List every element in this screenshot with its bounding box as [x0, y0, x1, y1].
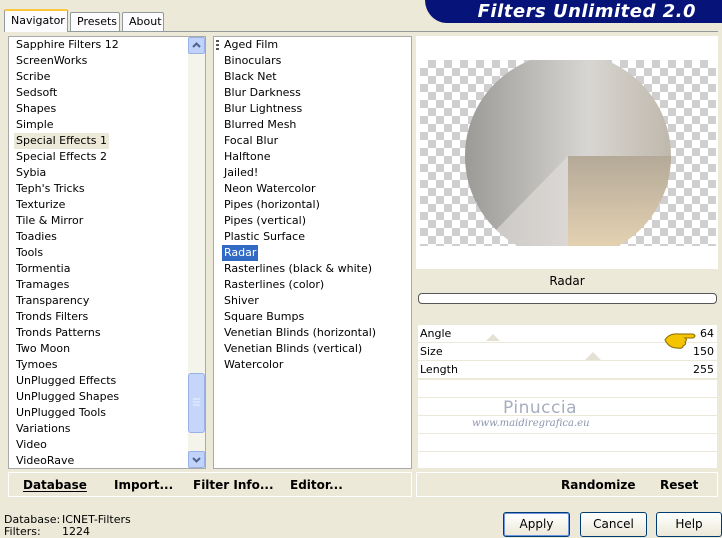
category-item[interactable]: Simple: [14, 117, 56, 133]
slider-marker-angle[interactable]: [486, 334, 500, 341]
param-label: Length: [420, 363, 458, 376]
category-item[interactable]: Variations: [14, 421, 73, 437]
filter-item[interactable]: Blurred Mesh: [222, 117, 298, 133]
filter-item[interactable]: Halftone: [222, 149, 273, 165]
filter-item[interactable]: Blur Darkness: [222, 85, 303, 101]
category-item[interactable]: UnPlugged Shapes: [14, 389, 121, 405]
randomize-button[interactable]: Randomize: [561, 478, 635, 492]
status-filters-label: Filters:: [4, 525, 41, 538]
filter-item[interactable]: Venetian Blinds (vertical): [222, 341, 364, 357]
preview-image: [420, 60, 716, 246]
database-button[interactable]: Database: [23, 478, 87, 492]
category-item[interactable]: Video: [14, 437, 49, 453]
filter-item[interactable]: Square Bumps: [222, 309, 306, 325]
chevron-down-icon: [192, 457, 201, 463]
category-item[interactable]: VideoRave: [14, 453, 76, 469]
scroll-up-button[interactable]: [188, 37, 205, 54]
category-item[interactable]: Transparency: [14, 293, 91, 309]
chevron-up-icon: [192, 42, 201, 48]
filter-item[interactable]: Shiver: [222, 293, 261, 309]
param-label: Angle: [420, 327, 452, 340]
app-title: Filters Unlimited 2.0: [477, 1, 696, 22]
scroll-thumb[interactable]: [188, 373, 205, 433]
filter-item[interactable]: Black Net: [222, 69, 279, 85]
filter-item[interactable]: Neon Watercolor: [222, 181, 318, 197]
filter-item[interactable]: Rasterlines (black & white): [222, 261, 374, 277]
category-item[interactable]: Sybia: [14, 165, 48, 181]
category-item[interactable]: Two Moon: [14, 341, 72, 357]
category-item[interactable]: UnPlugged Tools: [14, 405, 108, 421]
category-item[interactable]: Tools: [14, 245, 45, 261]
progress-bar: [418, 293, 717, 304]
category-item[interactable]: UnPlugged Effects: [14, 373, 118, 389]
category-item[interactable]: Special Effects 1: [14, 133, 110, 149]
status-filters-value: 1224: [62, 525, 90, 538]
filter-item[interactable]: Venetian Blinds (horizontal): [222, 325, 378, 341]
filter-item[interactable]: Jailed!: [222, 165, 260, 181]
apply-button[interactable]: Apply: [503, 512, 570, 537]
import-button[interactable]: Import...: [114, 478, 173, 492]
help-button[interactable]: Help: [656, 512, 722, 537]
category-item[interactable]: Toadies: [14, 229, 59, 245]
tab-divider: [4, 31, 718, 32]
category-item[interactable]: ScreenWorks: [14, 53, 89, 69]
category-item[interactable]: Sapphire Filters 12: [14, 37, 121, 53]
editor-button[interactable]: Editor...: [290, 478, 343, 492]
category-item[interactable]: Shapes: [14, 101, 58, 117]
filter-item[interactable]: Plastic Surface: [222, 229, 307, 245]
filter-item[interactable]: Focal Blur: [222, 133, 280, 149]
category-item[interactable]: Teph's Tricks: [14, 181, 87, 197]
radar-preview-graphic: [465, 60, 671, 246]
param-label: Size: [420, 345, 443, 358]
tab-navigator[interactable]: Navigator: [4, 9, 68, 32]
reset-button[interactable]: Reset: [660, 478, 698, 492]
title-banner: Filters Unlimited 2.0: [425, 0, 722, 23]
filter-item[interactable]: Binoculars: [222, 53, 283, 69]
filter-item[interactable]: Watercolor: [222, 357, 285, 373]
preview-filter-caption: Radar: [549, 274, 585, 288]
watermark-site: www.maidiregrafica.eu: [472, 418, 590, 429]
cancel-button[interactable]: Cancel: [580, 512, 647, 537]
category-item[interactable]: Special Effects 2: [14, 149, 109, 165]
category-item[interactable]: Sedsoft: [14, 85, 59, 101]
pointing-hand-icon: [664, 333, 696, 349]
filter-item[interactable]: Pipes (vertical): [222, 213, 308, 229]
filter-item[interactable]: Radar: [222, 245, 259, 261]
category-item[interactable]: Texturize: [14, 197, 67, 213]
filter-info-button[interactable]: Filter Info...: [193, 478, 274, 492]
tab-presets[interactable]: Presets: [70, 12, 120, 31]
category-item[interactable]: Scribe: [14, 69, 52, 85]
filter-item[interactable]: Pipes (horizontal): [222, 197, 322, 213]
slider-marker-size[interactable]: [585, 352, 601, 360]
category-item[interactable]: Tronds Filters: [14, 309, 90, 325]
tab-about[interactable]: About: [122, 12, 164, 31]
grip-icon: [193, 398, 200, 406]
scroll-down-button[interactable]: [188, 451, 205, 468]
category-item[interactable]: Tramages: [14, 277, 71, 293]
param-row-length[interactable]: Length 255: [418, 361, 717, 379]
category-item[interactable]: Tormentia: [14, 261, 72, 277]
category-item[interactable]: Tymoes: [14, 357, 59, 373]
category-item[interactable]: Tronds Patterns: [14, 325, 103, 341]
filter-item[interactable]: Aged Film: [222, 37, 280, 53]
param-value: 255: [693, 363, 714, 376]
category-item[interactable]: Tile & Mirror: [14, 213, 85, 229]
watermark-name: Pinuccia: [503, 398, 577, 418]
filter-item[interactable]: Rasterlines (color): [222, 277, 326, 293]
filter-item[interactable]: Blur Lightness: [222, 101, 304, 117]
param-value: 64: [700, 327, 714, 340]
drag-handle-icon: [216, 40, 219, 50]
